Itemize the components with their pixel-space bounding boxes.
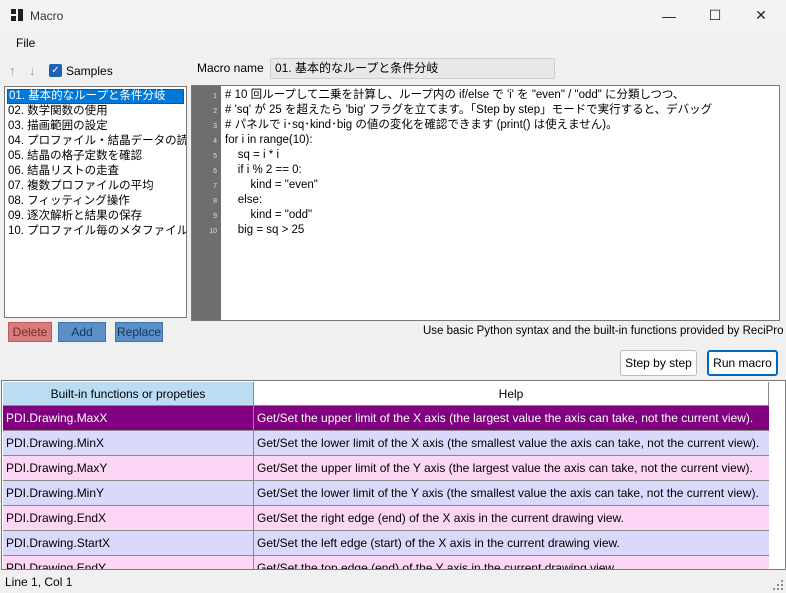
sample-list[interactable]: 01. 基本的なループと条件分岐 02. 数学関数の使用 03. 描画範囲の設定… — [4, 86, 187, 318]
list-item[interactable]: 10. プロファイル毎のメタファイル保存 — [7, 224, 186, 239]
table-cell: PDI.Drawing.MaxX — [3, 406, 254, 430]
code-line: for i in range(10): — [225, 134, 313, 146]
line-number: 7 — [213, 183, 217, 190]
move-down-button[interactable]: ↓ — [29, 63, 36, 78]
app-icon — [11, 9, 23, 21]
info-text: Use basic Python syntax and the built-in… — [423, 325, 784, 337]
table-row[interactable]: PDI.Drawing.EndX Get/Set the right edge … — [3, 506, 769, 531]
line-number-gutter: 1 2 3 4 5 6 7 8 9 10 — [192, 86, 221, 320]
table-row[interactable]: PDI.Drawing.MinX Get/Set the lower limit… — [3, 431, 769, 456]
samples-checkbox[interactable]: ✓ — [49, 64, 62, 77]
table-cell: Get/Set the right edge (end) of the X ax… — [257, 511, 624, 525]
table-row[interactable]: PDI.Drawing.StartX Get/Set the left edge… — [3, 531, 769, 556]
list-item[interactable]: 07. 複数プロファイルの平均 — [7, 179, 154, 194]
table-row[interactable]: PDI.Drawing.MaxY Get/Set the upper limit… — [3, 456, 769, 481]
table-cell: PDI.Drawing.StartX — [3, 531, 254, 555]
table-cell: Get/Set the lower limit of the Y axis (t… — [257, 486, 759, 500]
move-up-button[interactable]: ↑ — [9, 63, 16, 78]
line-number: 8 — [213, 198, 217, 205]
replace-button[interactable]: Replace — [115, 322, 163, 342]
status-bar — [0, 572, 786, 593]
list-item[interactable]: 04. プロファイル・結晶データの読み込み — [7, 134, 186, 149]
table-row[interactable]: PDI.Drawing.EndY Get/Set the top edge (e… — [3, 556, 769, 570]
list-item[interactable]: 08. フィッティング操作 — [7, 194, 130, 209]
code-line: # 10 回ループして二乗を計算し、ループ内の if/else で 'i' を … — [225, 89, 685, 101]
line-number: 9 — [213, 213, 217, 220]
table-cell: Get/Set the lower limit of the X axis (t… — [257, 436, 760, 450]
table-cell: Get/Set the top edge (end) of the Y axis… — [257, 561, 617, 570]
column-header-name[interactable]: Built-in functions or propeties — [3, 382, 254, 406]
resize-grip-icon[interactable] — [772, 579, 784, 591]
minimize-button[interactable]: — — [646, 0, 692, 31]
run-macro-button[interactable]: Run macro — [707, 350, 778, 376]
macro-name-field[interactable]: 01. 基本的なループと条件分岐 — [270, 58, 555, 79]
status-text: Line 1, Col 1 — [5, 575, 73, 589]
list-item[interactable]: 01. 基本的なループと条件分岐 — [7, 89, 184, 104]
list-item[interactable]: 05. 結晶の格子定数を確認 — [7, 149, 142, 164]
maximize-button[interactable]: ☐ — [692, 0, 738, 31]
code-line: else: — [225, 194, 263, 206]
step-by-step-button[interactable]: Step by step — [620, 350, 697, 376]
table-cell: Get/Set the upper limit of the Y axis (t… — [257, 461, 753, 475]
functions-table[interactable]: Built-in functions or propeties Help PDI… — [1, 380, 786, 570]
macro-name-label: Macro name — [197, 61, 264, 75]
window-title: Macro — [30, 9, 64, 23]
line-number: 4 — [213, 138, 217, 145]
samples-label: Samples — [66, 64, 113, 78]
table-cell: PDI.Drawing.EndX — [3, 506, 254, 530]
table-row[interactable]: PDI.Drawing.MaxX Get/Set the upper limit… — [3, 406, 769, 431]
add-button[interactable]: Add — [58, 322, 106, 342]
menu-bar — [0, 31, 786, 55]
table-cell: PDI.Drawing.EndY — [3, 556, 254, 569]
code-line: kind = "odd" — [225, 209, 313, 221]
close-button[interactable]: ✕ — [738, 0, 784, 31]
code-line: if i % 2 == 0: — [225, 164, 302, 176]
line-number: 6 — [213, 168, 217, 175]
line-number: 2 — [213, 108, 217, 115]
line-number: 5 — [213, 153, 217, 160]
code-line: # 'sq' が 25 を超えたら 'big' フラグを立てます。「Step b… — [225, 104, 713, 116]
column-header-help[interactable]: Help — [254, 382, 769, 406]
list-item[interactable]: 02. 数学関数の使用 — [7, 104, 108, 119]
table-cell: Get/Set the upper limit of the X axis (t… — [257, 411, 754, 425]
line-number: 10 — [209, 228, 217, 235]
code-line: sq = i * i — [225, 149, 280, 161]
menu-file[interactable]: File — [16, 36, 35, 50]
table-cell: PDI.Drawing.MinY — [3, 481, 254, 505]
table-cell: PDI.Drawing.MaxY — [3, 456, 254, 480]
table-row[interactable]: PDI.Drawing.MinY Get/Set the lower limit… — [3, 481, 769, 506]
line-number: 3 — [213, 123, 217, 130]
code-line: # パネルで i･sq･kind･big の値の変化を確認できます (print… — [225, 119, 618, 131]
list-item[interactable]: 06. 結晶リストの走査 — [7, 164, 119, 179]
code-line: big = sq > 25 — [225, 224, 305, 236]
table-cell: Get/Set the left edge (start) of the X a… — [257, 536, 620, 550]
delete-button[interactable]: Delete — [8, 322, 52, 342]
table-cell: PDI.Drawing.MinX — [3, 431, 254, 455]
list-item[interactable]: 09. 逐次解析と結果の保存 — [7, 209, 142, 224]
code-line: kind = "even" — [225, 179, 318, 191]
line-number: 1 — [213, 93, 217, 100]
code-editor[interactable]: 1 2 3 4 5 6 7 8 9 10 # 10 回ループして二乗を計算し、ル… — [191, 85, 780, 321]
list-item[interactable]: 03. 描画範囲の設定 — [7, 119, 108, 134]
